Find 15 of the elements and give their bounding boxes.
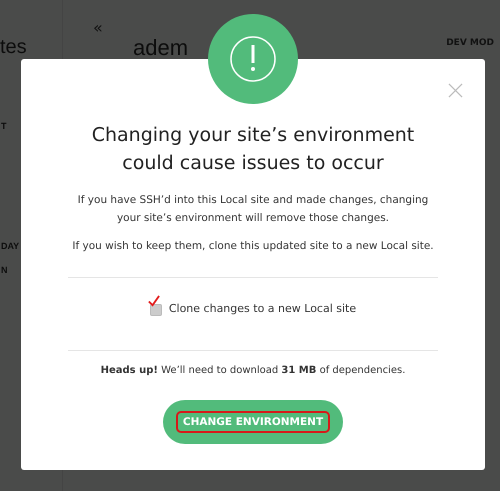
checkmark-icon xyxy=(146,295,160,308)
checkbox[interactable] xyxy=(150,304,162,316)
sidebar-item[interactable]: DAY xyxy=(0,241,20,251)
dialog-title: Changing your site’s environment could cause issues to occur xyxy=(90,123,416,176)
change-environment-button[interactable]: CHANGE ENVIRONMENT xyxy=(163,400,343,444)
dialog-text: If you have SSH’d into this Local site and made changes, changing your site’s environment will remove those changes. xyxy=(76,193,430,226)
collapse-icon[interactable]: « xyxy=(93,20,103,36)
site-title: adem xyxy=(132,36,188,60)
notice-text: Heads up! We’ll need to download 31 MB of dependencies. xyxy=(100,365,406,376)
checkbox-label[interactable]: Clone changes to a new Local site xyxy=(168,302,356,314)
sidebar-title: tes xyxy=(0,35,27,59)
sidebar-item[interactable]: N xyxy=(0,265,8,275)
dialog-text: If you wish to keep them, clone this updated site to a new Local site. xyxy=(72,239,434,254)
mode-label: DEV MOD xyxy=(445,37,495,50)
sidebar-item[interactable]: T xyxy=(0,121,6,131)
